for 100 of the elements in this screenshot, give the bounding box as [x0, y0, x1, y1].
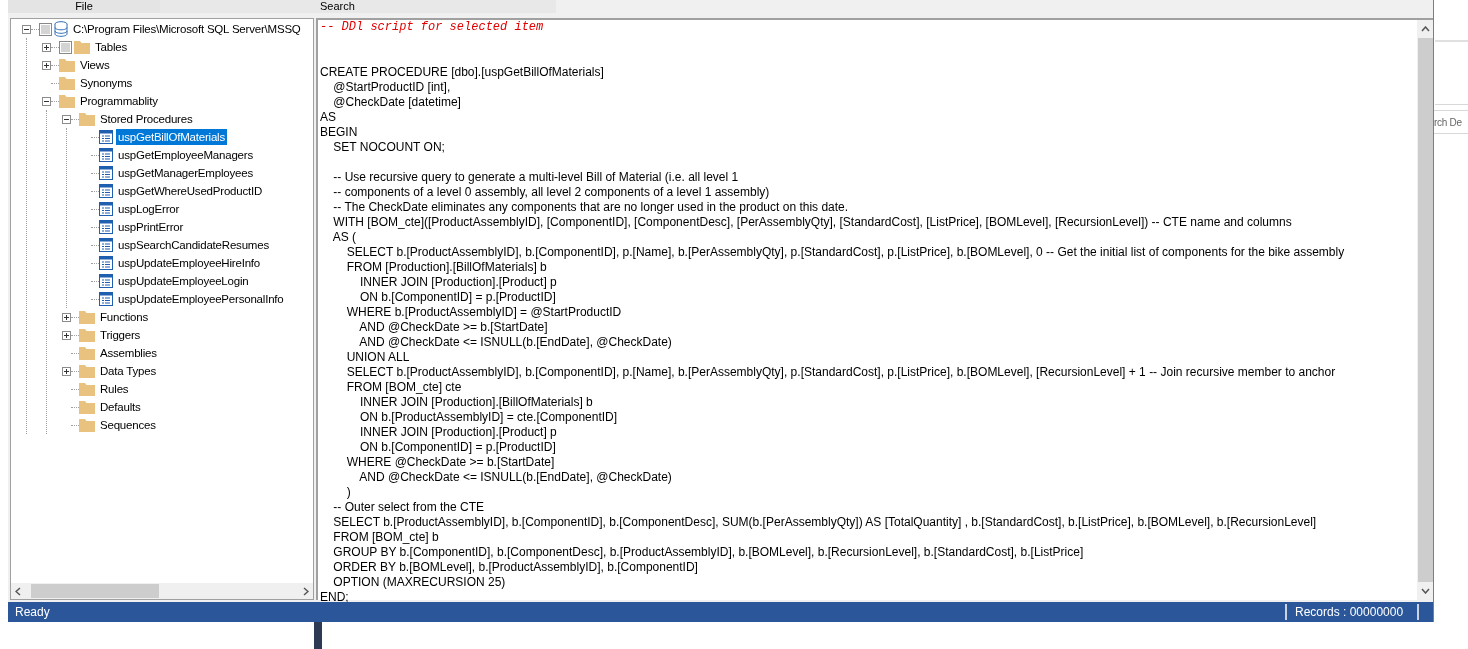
tree-item[interactable]: Defaults: [98, 399, 143, 415]
tree-item[interactable]: Triggers: [98, 327, 143, 343]
tree-row[interactable]: Stored Procedures: [62, 110, 313, 128]
code-line: FROM [Production].[BillOfMaterials] b: [345, 260, 548, 275]
expand-icon[interactable]: [42, 60, 51, 70]
tree-row[interactable]: Views: [42, 56, 313, 74]
scroll-left-icon[interactable]: [15, 586, 21, 596]
tree-row[interactable]: uspUpdateEmployeeHireInfo: [82, 254, 313, 272]
tree-item[interactable]: uspPrintError: [116, 219, 186, 235]
tree-item[interactable]: uspUpdateEmployeeHireInfo: [116, 255, 263, 271]
tree-item[interactable]: C:\Program Files\Microsoft SQL Server\MSSQ: [71, 21, 303, 37]
tree-item[interactable]: uspLogError: [116, 201, 182, 217]
tree-item[interactable]: Tables: [93, 39, 130, 55]
tree-item[interactable]: Assemblies: [98, 345, 159, 361]
tree-row[interactable]: uspGetWhereUsedProductID: [82, 182, 313, 200]
code-comment: -- DDl script for selected item: [320, 20, 545, 35]
tree-item[interactable]: Functions: [98, 309, 151, 325]
folder-icon: [79, 382, 95, 396]
code-line: END;: [320, 590, 350, 605]
scroll-up-icon[interactable]: [1420, 26, 1430, 32]
code-line: AND @CheckDate <= ISNULL(b.[EndDate], @CheckDate): [358, 470, 673, 485]
folder-icon: [59, 58, 75, 72]
code-line: -- Outer select from the CTE: [332, 500, 486, 515]
code-line: WHERE b.[ProductAssemblyID] = @StartProductID: [345, 305, 623, 320]
header-tab[interactable]: Search: [160, 0, 556, 13]
expand-icon[interactable]: [62, 366, 71, 376]
tree-item[interactable]: Stored Procedures: [98, 111, 195, 127]
tree-row[interactable]: uspGetEmployeeManagers: [82, 146, 313, 164]
tree-row[interactable]: uspSearchCandidateResumes: [82, 236, 313, 254]
horizontal-scrollbar[interactable]: [11, 583, 313, 599]
scroll-right-icon[interactable]: [303, 586, 309, 596]
collapse-icon[interactable]: [62, 114, 71, 124]
tree-row[interactable]: Triggers: [62, 326, 313, 344]
code-line: ON b.[ComponentID] = p.[ProductID]: [359, 290, 557, 305]
code-line: SET NOCOUNT ON;: [332, 140, 446, 155]
tree-row[interactable]: Data Types: [62, 362, 313, 380]
code-line: OPTION (MAXRECURSION 25): [332, 575, 507, 590]
tree-item[interactable]: uspGetEmployeeManagers: [116, 147, 255, 163]
code-line: SELECT b.[ProductAssemblyID], b.[ComponentID], p.[Name], b.[PerAssemblyQty], p.[StandardCost], p.[ListPrice], b.[BOMLevel], [RecursionLevel] + 1 -- Join recursive member to anchor: [345, 365, 1337, 380]
partial-label: rch De: [1434, 115, 1462, 130]
code-line: -- Use recursive query to generate a multi-level Bill of Material (i.e. all level 1: [332, 170, 740, 185]
procedure-icon: [99, 202, 113, 216]
records-count: Records : 00000000: [1294, 604, 1405, 621]
status-text: Ready: [14, 604, 51, 621]
tree-row[interactable]: Assemblies: [62, 344, 313, 362]
code-line: @CheckDate [datetime]: [332, 95, 462, 110]
tree-item[interactable]: uspUpdateEmployeePersonalInfo: [116, 291, 286, 307]
tree-row[interactable]: uspGetBillOfMaterials: [82, 128, 313, 146]
tree-item[interactable]: Sequences: [98, 417, 158, 433]
tree-row[interactable]: C:\Program Files\Microsoft SQL Server\MSSQ: [22, 20, 313, 38]
folder-icon: [74, 40, 90, 54]
code-line: AS: [320, 110, 337, 125]
folder-icon: [79, 112, 95, 126]
tree-item[interactable]: uspGetBillOfMaterials: [116, 129, 227, 145]
tree-item[interactable]: uspGetManagerEmployees: [116, 165, 255, 181]
code-line: ON b.[ProductAssemblyID] = cte.[ComponentID]: [359, 410, 619, 425]
code-line: ): [345, 485, 352, 500]
folder-icon: [79, 400, 95, 414]
tree-row[interactable]: Defaults: [62, 398, 313, 416]
procedure-icon: [99, 220, 113, 234]
code-line: INNER JOIN [Production].[Product] p: [359, 425, 558, 440]
collapse-icon[interactable]: [42, 96, 51, 106]
header-tab[interactable]: File: [8, 0, 160, 13]
tree-item[interactable]: Rules: [98, 381, 131, 397]
code-line: UNION ALL: [345, 350, 411, 365]
code-line: ORDER BY b.[BOMLevel], b.[ProductAssemblyID], b.[ComponentID]: [332, 560, 699, 575]
tree-row[interactable]: Programmablity: [42, 92, 313, 110]
procedure-icon: [99, 184, 113, 198]
tree-item[interactable]: Views: [78, 57, 112, 73]
tree-row[interactable]: Rules: [62, 380, 313, 398]
procedure-icon: [99, 274, 113, 288]
tree-row[interactable]: Sequences: [62, 416, 313, 434]
checkbox[interactable]: [59, 40, 72, 54]
tree-item[interactable]: uspSearchCandidateResumes: [116, 237, 271, 253]
folder-icon: [79, 310, 95, 324]
checkbox[interactable]: [39, 22, 52, 36]
tree-item[interactable]: uspUpdateEmployeeLogin: [116, 273, 251, 289]
expand-icon[interactable]: [42, 42, 51, 52]
code-editor[interactable]: [316, 18, 1433, 600]
tree-item[interactable]: Programmablity: [78, 93, 160, 109]
tree-item[interactable]: Data Types: [98, 363, 158, 379]
background-window-edge: [314, 622, 322, 649]
tree-row[interactable]: uspUpdateEmployeeLogin: [82, 272, 313, 290]
tree-row[interactable]: uspLogError: [82, 200, 313, 218]
tree-item[interactable]: Synonyms: [78, 75, 135, 91]
folder-icon: [59, 76, 75, 90]
folder-icon: [79, 328, 95, 342]
expand-icon[interactable]: [62, 312, 71, 322]
tree-row[interactable]: uspUpdateEmployeePersonalInfo: [82, 290, 313, 308]
tree-row[interactable]: uspPrintError: [82, 218, 313, 236]
scrollbar-thumb[interactable]: [31, 584, 159, 598]
tree-item[interactable]: uspGetWhereUsedProductID: [116, 183, 265, 199]
tree-row[interactable]: uspGetManagerEmployees: [82, 164, 313, 182]
tree-row[interactable]: Tables: [42, 38, 313, 56]
expand-icon[interactable]: [62, 330, 71, 340]
scroll-down-icon[interactable]: [1420, 588, 1430, 594]
procedure-icon: [99, 166, 113, 180]
tree-row[interactable]: Synonyms: [42, 74, 313, 92]
tree-row[interactable]: Functions: [62, 308, 313, 326]
collapse-icon[interactable]: [22, 24, 31, 34]
